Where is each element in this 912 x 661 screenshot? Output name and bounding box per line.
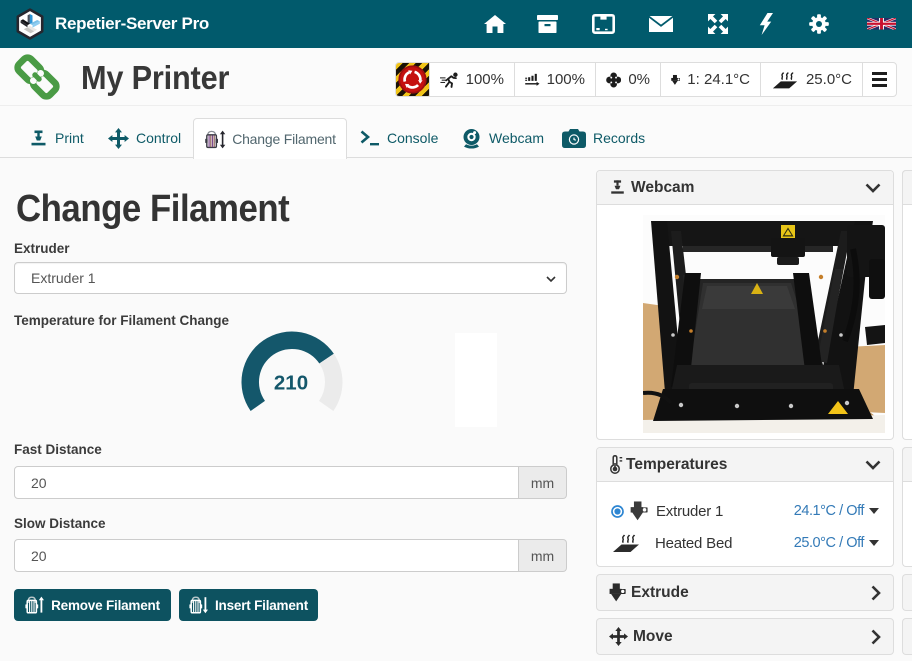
svg-text:210: 210 [274, 372, 308, 395]
